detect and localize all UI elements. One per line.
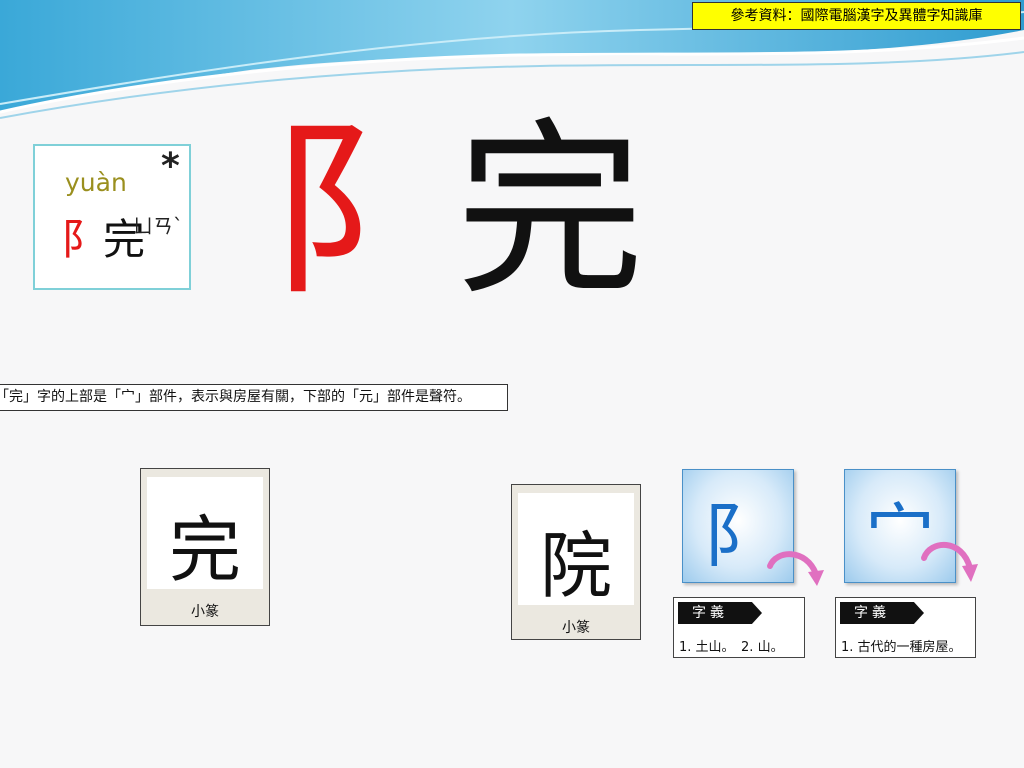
pinyin-card: yuàn * 阝完 ㄩㄢˋ	[33, 144, 191, 290]
seal-image: 完	[147, 477, 263, 592]
seal-glyph: 院	[539, 524, 612, 608]
main-phonetic-part: 完	[456, 102, 644, 321]
seal-script-card: 院 小篆	[511, 484, 641, 640]
curved-arrow-icon	[767, 551, 824, 586]
radical-part: 阝	[61, 215, 104, 264]
meaning-heading: 字義	[840, 602, 924, 624]
source-note: 參考資料：國際電腦漢字及異體字知識庫	[692, 2, 1021, 30]
zhuyin-text: ㄩㄢˋ	[133, 214, 183, 238]
meaning-text: 1. 土山。 2. 山。	[679, 640, 784, 655]
seal-image: 院	[518, 493, 634, 608]
seal-glyph: 完	[168, 508, 241, 592]
meaning-text: 1. 古代的一種房屋。	[841, 640, 962, 655]
curved-arrow-icon	[921, 542, 978, 582]
meaning-card: 字義 1. 古代的一種房屋。	[835, 597, 976, 658]
main-radical-part: 阝	[268, 102, 456, 321]
meaning-card: 字義 1. 土山。 2. 山。	[673, 597, 805, 658]
seal-caption: 小篆	[191, 604, 219, 620]
seal-caption: 小篆	[562, 620, 590, 636]
explanation-text: 「完」字的上部是「宀」部件，表示與房屋有關，下部的「元」部件是聲符。	[0, 384, 508, 411]
meaning-heading: 字義	[678, 602, 762, 624]
seal-script-card: 完 小篆	[140, 468, 270, 626]
main-character: 阝完	[268, 112, 644, 312]
pinyin-text: yuàn	[65, 168, 127, 197]
asterisk-marker: *	[161, 146, 180, 187]
